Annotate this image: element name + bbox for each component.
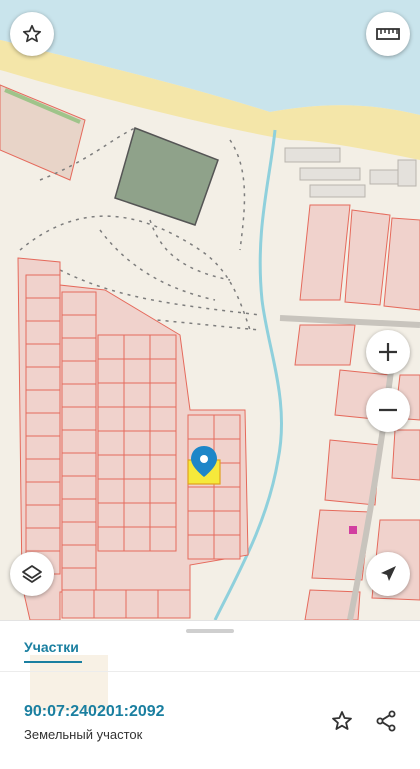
land-parcel[interactable] bbox=[25, 481, 61, 506]
share-button[interactable] bbox=[372, 707, 400, 735]
star-icon bbox=[22, 24, 42, 43]
land-parcel[interactable] bbox=[149, 334, 177, 360]
land-parcel[interactable] bbox=[25, 274, 61, 299]
land-parcel[interactable] bbox=[25, 458, 61, 483]
land-parcel[interactable] bbox=[61, 360, 97, 385]
land-parcel[interactable] bbox=[149, 478, 177, 504]
locate-button[interactable] bbox=[366, 552, 410, 596]
land-parcel[interactable] bbox=[97, 430, 125, 456]
land-parcel[interactable] bbox=[123, 406, 151, 432]
land-parcel[interactable] bbox=[123, 502, 151, 528]
land-parcel[interactable] bbox=[97, 502, 125, 528]
land-parcel[interactable] bbox=[123, 334, 151, 360]
land-parcel[interactable] bbox=[93, 589, 127, 619]
land-parcel[interactable] bbox=[157, 589, 191, 619]
land-parcel[interactable] bbox=[25, 412, 61, 437]
land-parcel[interactable] bbox=[25, 320, 61, 345]
land-parcel[interactable] bbox=[187, 534, 215, 560]
land-parcel[interactable] bbox=[25, 504, 61, 529]
land-parcel[interactable] bbox=[123, 430, 151, 456]
land-parcel[interactable] bbox=[61, 314, 97, 339]
land-parcel[interactable] bbox=[61, 383, 97, 408]
map-canvas[interactable] bbox=[0, 0, 420, 620]
land-parcel[interactable] bbox=[97, 454, 125, 480]
land-parcel[interactable] bbox=[61, 521, 97, 546]
land-parcel[interactable] bbox=[187, 414, 215, 440]
poi-marker bbox=[349, 526, 357, 534]
save-parcel-button[interactable] bbox=[328, 707, 356, 735]
land-parcel[interactable] bbox=[123, 526, 151, 552]
tab-parcels[interactable]: Участки bbox=[24, 639, 79, 655]
land-parcel[interactable] bbox=[97, 478, 125, 504]
land-parcel[interactable] bbox=[25, 527, 61, 552]
minus-icon bbox=[379, 408, 397, 412]
land-parcel[interactable] bbox=[149, 526, 177, 552]
land-parcel[interactable] bbox=[97, 358, 125, 384]
sheet-drag-handle[interactable] bbox=[186, 629, 234, 633]
land-parcel[interactable] bbox=[25, 343, 61, 368]
land-parcel[interactable] bbox=[61, 452, 97, 477]
cadastral-number: 90:07:240201:2092 bbox=[24, 703, 165, 720]
favorite-button[interactable] bbox=[10, 12, 54, 56]
land-parcel[interactable] bbox=[61, 544, 97, 569]
land-parcel[interactable] bbox=[213, 486, 241, 512]
plus-icon bbox=[379, 343, 397, 361]
zoom-in-button[interactable] bbox=[366, 330, 410, 374]
navigation-arrow-icon bbox=[381, 566, 396, 581]
layers-button[interactable] bbox=[10, 552, 54, 596]
land-parcel[interactable] bbox=[149, 502, 177, 528]
land-parcel[interactable] bbox=[149, 454, 177, 480]
zoom-out-button[interactable] bbox=[366, 388, 410, 432]
tab-underline bbox=[24, 661, 82, 663]
land-parcel[interactable] bbox=[187, 510, 215, 536]
parcel-type: Земельный участок bbox=[24, 727, 143, 742]
ruler-button[interactable] bbox=[366, 12, 410, 56]
land-parcel[interactable] bbox=[213, 438, 241, 464]
land-parcel[interactable] bbox=[123, 382, 151, 408]
land-parcel[interactable] bbox=[149, 430, 177, 456]
land-parcel[interactable] bbox=[61, 475, 97, 500]
land-parcel[interactable] bbox=[61, 337, 97, 362]
land-parcel[interactable] bbox=[149, 358, 177, 384]
land-parcel[interactable] bbox=[61, 406, 97, 431]
land-parcel[interactable] bbox=[125, 589, 159, 619]
land-parcel[interactable] bbox=[149, 406, 177, 432]
land-parcel[interactable] bbox=[61, 429, 97, 454]
land-parcel[interactable] bbox=[97, 334, 125, 360]
layers-icon bbox=[22, 565, 42, 583]
land-parcel[interactable] bbox=[61, 498, 97, 523]
land-parcel[interactable] bbox=[25, 366, 61, 391]
land-parcel[interactable] bbox=[97, 406, 125, 432]
ruler-icon bbox=[376, 28, 400, 40]
tab-divider bbox=[0, 671, 420, 672]
land-parcel[interactable] bbox=[123, 358, 151, 384]
land-parcel[interactable] bbox=[213, 510, 241, 536]
land-parcel[interactable] bbox=[187, 486, 215, 512]
land-parcel[interactable] bbox=[61, 589, 95, 619]
land-parcel[interactable] bbox=[61, 567, 97, 592]
share-icon bbox=[376, 710, 396, 732]
land-parcel[interactable] bbox=[25, 389, 61, 414]
land-parcel[interactable] bbox=[25, 435, 61, 460]
star-icon bbox=[332, 711, 352, 730]
land-parcel[interactable] bbox=[213, 414, 241, 440]
land-parcel[interactable] bbox=[123, 478, 151, 504]
land-parcel[interactable] bbox=[61, 291, 97, 316]
land-parcel[interactable] bbox=[25, 297, 61, 322]
parcel-info-sheet: Участки 90:07:240201:2092 Земельный учас… bbox=[0, 620, 420, 769]
land-parcel[interactable] bbox=[149, 382, 177, 408]
land-parcel[interactable] bbox=[97, 526, 125, 552]
land-parcel[interactable] bbox=[123, 454, 151, 480]
land-parcel[interactable] bbox=[213, 534, 241, 560]
land-parcel[interactable] bbox=[97, 382, 125, 408]
